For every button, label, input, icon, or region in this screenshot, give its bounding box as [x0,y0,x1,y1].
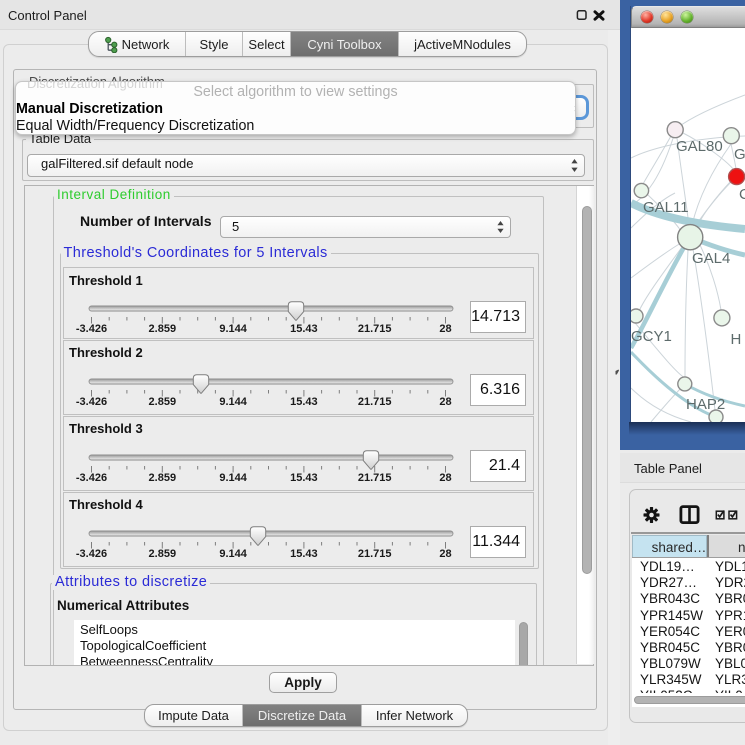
svg-text:H: H [731,331,742,348]
svg-text:GAL11: GAL11 [643,199,689,216]
svg-text:GAL4: GAL4 [692,250,730,267]
svg-text:GAL4: GAL4 [734,146,745,163]
svg-text:GCY1: GCY1 [631,328,672,345]
svg-text:C: C [739,186,745,203]
svg-text:GAL80: GAL80 [676,138,723,155]
svg-text:HAP2: HAP2 [686,396,725,413]
